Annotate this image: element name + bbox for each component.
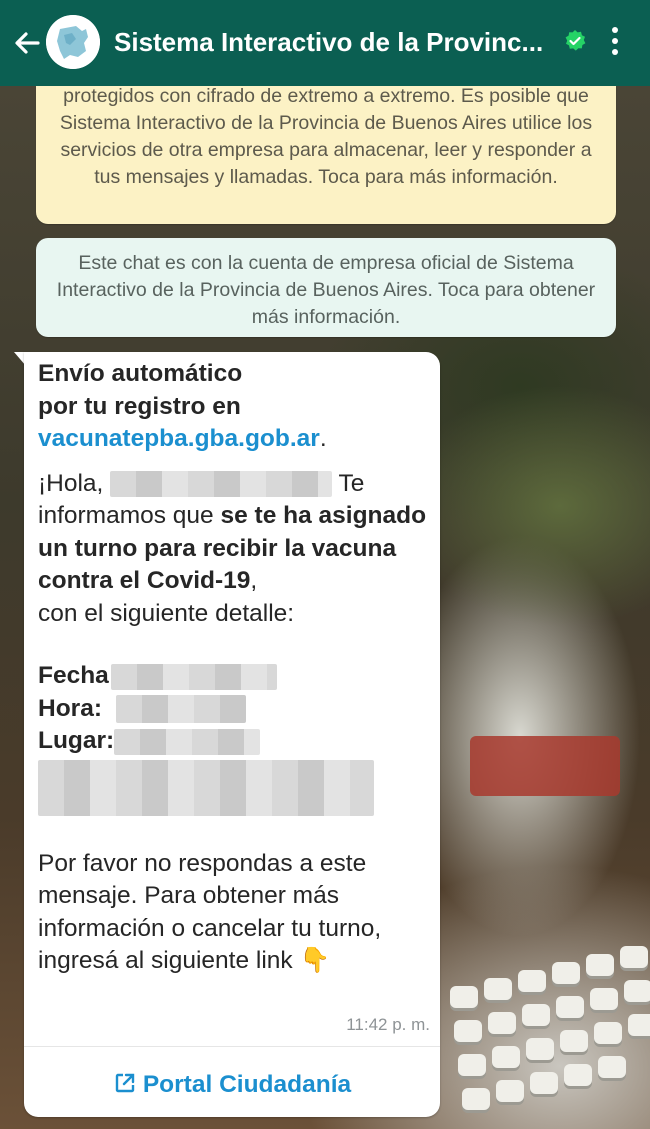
redacted-time [115, 695, 246, 724]
external-link-icon [115, 1073, 135, 1093]
business-notice-text: Este chat es con la cuenta de empresa of… [56, 252, 596, 328]
back-arrow-icon[interactable] [12, 28, 42, 58]
redacted-address [38, 759, 374, 816]
greeting: ¡Hola, [38, 469, 104, 497]
message-timestamp: 11:42 p. m. [346, 1015, 430, 1034]
wallpaper-typewriter-keys [440, 866, 650, 1129]
encryption-notice[interactable]: protegidos con cifrado de extremo a extr… [36, 85, 616, 224]
message-body: Envío automático por tu registro en vacu… [38, 358, 428, 994]
redacted-date [110, 663, 277, 690]
province-map-icon [46, 15, 100, 69]
lugar-label: Lugar: [38, 727, 115, 754]
registration-link[interactable]: vacunatepba.gba.gob.ar [38, 425, 320, 452]
hora-label: Hora: [38, 694, 102, 722]
redacted-name [110, 471, 333, 498]
chat-header: Sistema Interactivo de la Provinc... [0, 0, 650, 86]
detail-text: con el siguiente detalle: [38, 599, 295, 627]
fecha-label: Fecha [38, 662, 109, 689]
button-divider [24, 1046, 440, 1047]
avatar[interactable] [46, 15, 100, 69]
redacted-place [114, 728, 261, 755]
message-header-line1: Envío automático [38, 360, 243, 387]
portal-button-label: Portal Ciudadanía [142, 1071, 352, 1098]
link-suffix: . [319, 425, 327, 452]
verified-badge-icon [565, 30, 586, 51]
inform-text: informamos que [38, 502, 214, 529]
encryption-notice-text: protegidos con cifrado de extremo a extr… [59, 85, 593, 188]
portal-ciudadania-button[interactable]: Portal Ciudadanía [24, 1060, 440, 1110]
message-header-line2: por tu registro en [38, 392, 241, 420]
pointing-down-emoji: 👇 [299, 947, 331, 974]
wallpaper-red-object [470, 736, 620, 796]
after-bold-comma: , [250, 567, 258, 594]
business-account-notice[interactable]: Este chat es con la cuenta de empresa of… [36, 238, 616, 337]
message-bubble: Envío automático por tu registro en vacu… [24, 352, 440, 1117]
more-options-icon[interactable] [610, 27, 620, 59]
chat-title[interactable]: Sistema Interactivo de la Provinc... [114, 27, 543, 58]
greeting-after: Te [338, 469, 365, 497]
